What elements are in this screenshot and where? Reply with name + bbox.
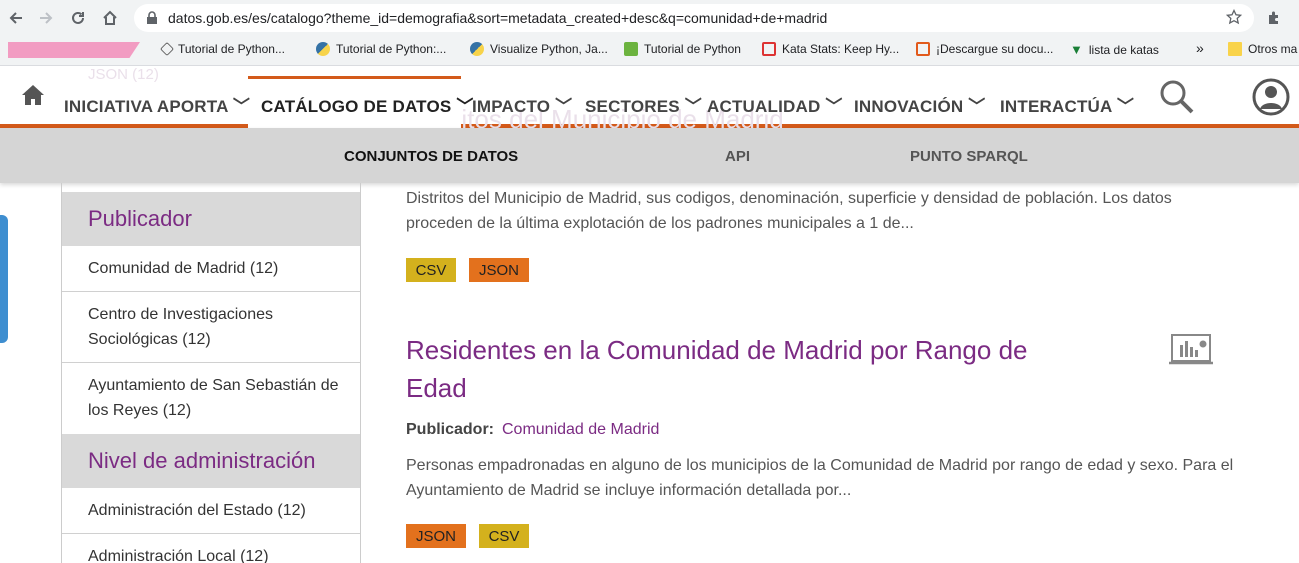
facet-header-nivel-administracion[interactable]: Nivel de administración (62, 434, 360, 488)
browser-toolbar: datos.gob.es/es/catalogo?theme_id=demogr… (0, 0, 1299, 36)
nav-label: CATÁLOGO DE DATOS (261, 97, 452, 116)
ghost-json-count: JSON (12) (88, 66, 159, 83)
lock-icon (146, 11, 158, 30)
bookmark-item[interactable]: Kata Stats: Keep Hy... (762, 42, 899, 56)
chevron-down-icon: ﹀ (825, 97, 843, 116)
bookmark-item[interactable]: Tutorial de Python... (159, 41, 285, 57)
bookmark-item[interactable]: Tutorial de Python:... (316, 42, 446, 56)
address-bar[interactable]: datos.gob.es/es/catalogo?theme_id=demogr… (134, 4, 1254, 32)
chevron-down-icon: ﹀ (555, 97, 573, 116)
bookmark-item[interactable]: Visualize Python, Ja... (470, 42, 608, 56)
nav-interactua[interactable]: INTERACTÚA ﹀ (1000, 92, 1134, 117)
star-icon[interactable] (1225, 8, 1243, 30)
result-description: Distritos del Municipio de Madrid, sus c… (406, 190, 1172, 232)
facet-item[interactable]: Comunidad de Madrid (12) (62, 246, 360, 292)
chevron-down-icon: ﹀ (232, 97, 251, 116)
search-icon[interactable] (1158, 78, 1196, 121)
diamond-icon (159, 41, 175, 57)
home-icon[interactable] (98, 6, 122, 30)
chevron-down-icon: ﹀ (1116, 97, 1135, 116)
facet-item-label: Administración Local (12) (88, 548, 269, 563)
facet-item-label: Centro de Investigaciones Sociológicas (… (88, 306, 273, 348)
nav-label: INICIATIVA APORTA (64, 97, 228, 116)
nav-label: ACTUALIDAD (707, 97, 821, 116)
facet-item-label: Administración del Estado (12) (88, 502, 306, 519)
nav-actualidad[interactable]: ACTUALIDAD ﹀ (707, 92, 843, 117)
nav-label: IMPACTO (472, 97, 551, 116)
user-icon[interactable] (1252, 78, 1290, 121)
tutorial-icon (624, 42, 638, 56)
url-text: datos.gob.es/es/catalogo?theme_id=demogr… (168, 10, 828, 26)
bookmark-label: ¡Descargue su docu... (936, 42, 1054, 56)
python-icon (316, 42, 330, 56)
bookmark-label: Kata Stats: Keep Hy... (782, 42, 900, 56)
bookmark-label: Tutorial de Python... (178, 42, 285, 56)
nav-label: INTERACTÚA (1000, 97, 1112, 116)
bookmark-label: lista de katas (1088, 42, 1159, 57)
nav-catalogo-de-datos[interactable]: CATÁLOGO DE DATOS ﹀ (261, 92, 474, 117)
publisher-label: Publicador: (406, 421, 495, 438)
subnav-api[interactable]: API (725, 148, 750, 165)
publisher-link[interactable]: Comunidad de Madrid (502, 421, 659, 439)
document-icon (916, 42, 930, 56)
chevron-double-icon: » (1196, 40, 1204, 56)
facet-title: Publicador (88, 206, 192, 231)
home-icon[interactable] (20, 82, 46, 113)
bookmark-item[interactable]: Tutorial de Python (624, 42, 741, 56)
facet-header-publicador[interactable]: Publicador (62, 192, 360, 246)
site-header: JSON (12) Distritos del Municipio de Mad… (0, 66, 1299, 134)
chevron-down-icon: ﹀ (456, 97, 474, 116)
bookmark-label: Otros ma (1248, 42, 1298, 56)
chevron-down-icon: ﹀ (684, 97, 702, 116)
nav-innovacion[interactable]: INNOVACIÓN ﹀ (854, 92, 986, 117)
bookmark-item[interactable]: ▼ lista de katas (1070, 42, 1159, 57)
extensions-puzzle-icon[interactable] (1262, 6, 1286, 30)
facet-sidebar: Publicador Comunidad de Madrid (12) Cent… (61, 183, 361, 563)
chevron-down-icon: ﹀ (968, 97, 986, 116)
facet-item[interactable]: Centro de Investigaciones Sociológicas (… (62, 292, 360, 363)
forward-arrow-icon[interactable] (34, 6, 58, 30)
other-bookmarks-folder[interactable]: Otros ma (1228, 42, 1297, 56)
result-title-link[interactable]: Residentes en la Comunidad de Madrid por… (406, 331, 1046, 407)
more-bookmarks-button[interactable]: » (1196, 40, 1204, 56)
result-description: Personas empadronadas en alguno de los m… (406, 457, 1234, 499)
side-toggle-tab[interactable] (0, 215, 8, 343)
subnav-conjuntos-de-datos[interactable]: CONJUNTOS DE DATOS (344, 148, 518, 165)
facet-item[interactable]: Ayuntamiento de San Sebastián de los Rey… (62, 363, 360, 434)
bookmark-item[interactable]: ¡Descargue su docu... (916, 42, 1053, 56)
nav-sectores[interactable]: SECTORES ﹀ (585, 92, 702, 117)
nav-impacto[interactable]: IMPACTO ﹀ (472, 92, 572, 117)
nav-label: INNOVACIÓN (854, 97, 964, 116)
nav-label: SECTORES (585, 97, 680, 116)
format-badge-json[interactable]: JSON (469, 258, 529, 282)
back-arrow-icon[interactable] (4, 6, 28, 30)
folder-icon (1228, 42, 1242, 56)
nav-iniciativa-aporta[interactable]: INICIATIVA APORTA ﹀ (64, 92, 250, 117)
facet-item-label: Comunidad de Madrid (12) (88, 260, 279, 277)
python-icon (470, 42, 484, 56)
facet-item-label: Ayuntamiento de San Sebastián de los Rey… (88, 377, 339, 419)
facet-item[interactable]: Administración Local (12) (62, 534, 360, 563)
subnav-punto-sparql[interactable]: PUNTO SPARQL (910, 148, 1028, 165)
bookmark-label: Tutorial de Python:... (336, 42, 447, 56)
pink-bookmark-folder[interactable] (8, 42, 140, 58)
bookmarks-bar: Tutorial de Python... Tutorial de Python… (0, 36, 1299, 66)
facet-item[interactable]: Administración del Estado (12) (62, 488, 360, 534)
reload-icon[interactable] (66, 6, 90, 30)
facet-title: Nivel de administración (88, 448, 316, 473)
bookmark-label: Tutorial de Python (644, 42, 741, 56)
codewars-icon (762, 42, 776, 56)
format-badge-json[interactable]: JSON (406, 524, 466, 548)
catalog-subnav: CONJUNTOS DE DATOS API PUNTO SPARQL (0, 128, 1299, 183)
bookmark-label: Visualize Python, Ja... (490, 42, 608, 56)
dataset-chart-icon (1168, 333, 1214, 372)
v-check-icon: ▼ (1070, 42, 1083, 57)
format-badge-csv[interactable]: CSV (479, 524, 529, 548)
format-badge-csv[interactable]: CSV (406, 258, 456, 282)
